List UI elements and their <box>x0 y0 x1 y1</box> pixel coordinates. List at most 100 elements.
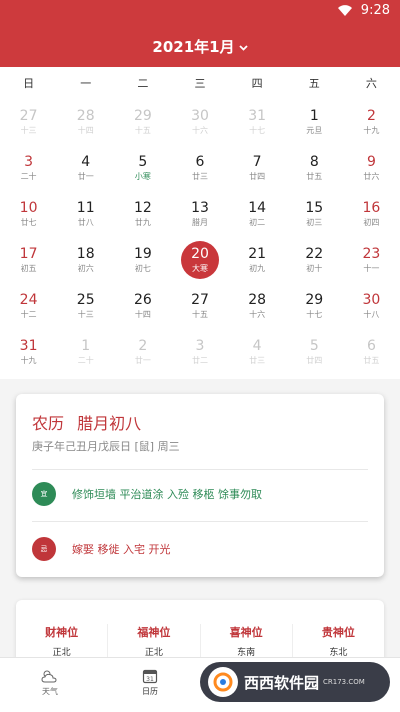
lunar-day-label: 十六 <box>191 126 208 135</box>
day-cell[interactable]: 1 二十 <box>57 329 114 375</box>
lunar-day-label: 腊月 <box>191 218 208 227</box>
day-number: 13 <box>191 200 209 216</box>
day-cell[interactable]: 12 廿九 <box>114 191 171 237</box>
day-cell[interactable]: 15 初三 <box>286 191 343 237</box>
day-cell[interactable]: 24 十二 <box>0 283 57 329</box>
app-header: 9:28 2021年1月 <box>0 0 400 67</box>
day-cell[interactable]: 26 十四 <box>114 283 171 329</box>
lunar-day-label: 初五 <box>20 264 37 273</box>
watermark-brand: 西西软件园 <box>244 673 320 692</box>
day-cell[interactable]: 2 十九 <box>343 99 400 145</box>
wifi-icon <box>338 5 352 16</box>
day-cell[interactable]: 14 初二 <box>229 191 286 237</box>
day-cell[interactable]: 13 腊月 <box>171 191 228 237</box>
nav-calendar[interactable]: 31 日历 <box>100 658 200 712</box>
day-number: 30 <box>362 292 381 308</box>
day-number: 15 <box>305 200 324 216</box>
day-cell[interactable]: 3 廿二 <box>171 329 228 375</box>
day-number: 6 <box>366 338 376 354</box>
ganzhi-subtitle: 庚子年己丑月戊辰日 [鼠] 周三 <box>32 440 180 453</box>
day-number: 6 <box>195 154 205 170</box>
day-cell[interactable]: 29 十七 <box>286 283 343 329</box>
day-cell[interactable]: 1 元旦 <box>286 99 343 145</box>
day-cell[interactable]: 30 十六 <box>171 99 228 145</box>
day-cell[interactable]: 16 初四 <box>343 191 400 237</box>
day-cell[interactable]: 28 十六 <box>229 283 286 329</box>
lunar-day-label: 十六 <box>249 310 266 319</box>
day-cell[interactable]: 25 十三 <box>57 283 114 329</box>
day-cell[interactable]: 6 廿三 <box>171 145 228 191</box>
lunar-day-label: 十二 <box>20 310 37 319</box>
god-noble: 贵神位 东北 <box>293 624 384 658</box>
yi-text: 修饰垣墙 平治道涂 入殓 移柩 馀事勿取 <box>72 488 262 501</box>
lunar-day-label: 初二 <box>249 218 266 227</box>
day-cell[interactable]: 17 初五 <box>0 237 57 283</box>
day-cell[interactable]: 18 初六 <box>57 237 114 283</box>
weekday-label: 三 <box>194 77 206 90</box>
lunar-day-label: 十五 <box>191 310 208 319</box>
day-number: 18 <box>76 246 95 262</box>
day-number: 25 <box>76 292 95 308</box>
day-number: 19 <box>133 246 152 262</box>
day-cell[interactable]: 31 十七 <box>229 99 286 145</box>
lunar-day-label: 初六 <box>77 264 94 273</box>
day-cell[interactable]: 11 廿八 <box>57 191 114 237</box>
ji-row: 忌 嫁娶 移徙 入宅 开光 <box>32 537 171 561</box>
weekday-label: 六 <box>365 77 377 90</box>
day-number: 31 <box>248 108 267 124</box>
day-cell[interactable]: 3 二十 <box>0 145 57 191</box>
day-cell[interactable]: 31 十九 <box>0 329 57 375</box>
day-number: 7 <box>252 154 262 170</box>
day-number: 28 <box>76 108 95 124</box>
day-number: 1 <box>309 108 319 124</box>
day-cell[interactable]: 2 廿一 <box>114 329 171 375</box>
day-cell[interactable]: 4 廿一 <box>57 145 114 191</box>
day-cell[interactable]: 27 十五 <box>171 283 228 329</box>
day-number: 2 <box>366 108 376 124</box>
day-cell[interactable]: 5 小寒 <box>114 145 171 191</box>
day-cell[interactable]: 7 廿四 <box>229 145 286 191</box>
day-number: 4 <box>252 338 262 354</box>
weather-icon <box>41 670 57 683</box>
day-number: 30 <box>191 108 209 124</box>
day-cell[interactable]: 21 初九 <box>229 237 286 283</box>
lunar-day-label: 廿五 <box>363 356 380 365</box>
day-cell[interactable]: 30 十八 <box>343 283 400 329</box>
day-cell[interactable]: 27 十三 <box>0 99 57 145</box>
day-cell[interactable]: 8 廿五 <box>286 145 343 191</box>
day-cell[interactable]: 22 初十 <box>286 237 343 283</box>
yi-row: 宜 修饰垣墙 平治道涂 入殓 移柩 馀事勿取 <box>32 482 262 506</box>
day-cell[interactable]: 29 十五 <box>114 99 171 145</box>
watermark-url: CR173.COM <box>323 678 365 686</box>
nav-weather[interactable]: 天气 <box>0 658 100 712</box>
day-cell[interactable]: 10 廿七 <box>0 191 57 237</box>
nav-label: 天气 <box>42 687 58 696</box>
day-cell[interactable]: 19 初七 <box>114 237 171 283</box>
lunar-day-label: 廿四 <box>249 172 266 181</box>
lunar-day-label: 十七 <box>249 126 266 135</box>
day-cell[interactable]: 28 十四 <box>57 99 114 145</box>
yi-badge: 宜 <box>32 482 56 506</box>
day-cell[interactable]: 23 十一 <box>343 237 400 283</box>
lunar-day-label: 初十 <box>306 264 323 273</box>
day-cell[interactable]: 5 廿四 <box>286 329 343 375</box>
day-cell[interactable]: 4 廿三 <box>229 329 286 375</box>
lunar-day-label: 二十 <box>20 172 37 181</box>
lunar-day-label: 十九 <box>20 356 37 365</box>
day-number: 26 <box>133 292 152 308</box>
weekday-label: 四 <box>251 77 263 90</box>
day-cell-selected[interactable]: 20 大寒 <box>171 237 228 283</box>
day-number: 11 <box>76 200 95 216</box>
month-selector[interactable]: 2021年1月 <box>0 36 400 57</box>
lunar-day-label: 初三 <box>306 218 323 227</box>
day-number: 5 <box>138 154 148 170</box>
watermark: 西西软件园 CR173.COM <box>200 662 390 702</box>
day-number: 8 <box>309 154 319 170</box>
lunar-day-label: 廿一 <box>134 356 151 365</box>
lunar-day-label: 十八 <box>363 310 380 319</box>
day-number: 9 <box>366 154 376 170</box>
month-calendar: 日 一 二 三 四 五 六 27 十三 28 十四 29 十五 30 十六 31 十七 1 元旦 2 十九… <box>0 67 400 379</box>
day-cell[interactable]: 6 廿五 <box>343 329 400 375</box>
lunar-day-label: 初七 <box>134 264 151 273</box>
day-cell[interactable]: 9 廿六 <box>343 145 400 191</box>
